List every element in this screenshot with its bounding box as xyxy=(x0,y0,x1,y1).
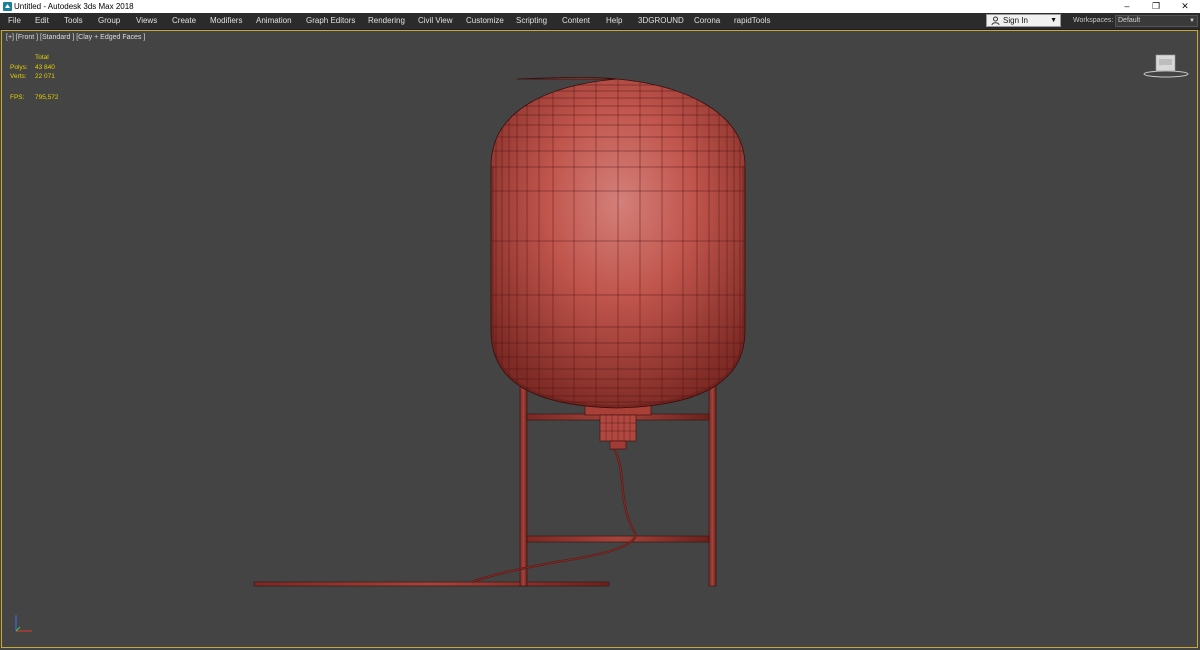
menu-rendering[interactable]: Rendering xyxy=(368,13,405,29)
menu-rapidtools[interactable]: rapidTools xyxy=(734,13,770,29)
menu-help[interactable]: Help xyxy=(606,13,622,29)
menu-graph-editors[interactable]: Graph Editors xyxy=(306,13,355,29)
sign-in-dropdown[interactable]: Sign In ▼ xyxy=(986,14,1061,27)
menu-views[interactable]: Views xyxy=(136,13,157,29)
menu-civil-view[interactable]: Civil View xyxy=(418,13,453,29)
menu-edit[interactable]: Edit xyxy=(35,13,49,29)
workspaces-value: Default xyxy=(1118,17,1141,24)
menu-group[interactable]: Group xyxy=(98,13,120,29)
menu-file[interactable]: File xyxy=(8,13,21,29)
workspaces-select[interactable]: Default ▼ xyxy=(1115,15,1198,27)
restore-icon[interactable]: ❐ xyxy=(1143,0,1169,13)
window-title: Untitled - Autodesk 3ds Max 2018 xyxy=(14,2,134,11)
lamp-model[interactable] xyxy=(2,31,1197,647)
menu-animation[interactable]: Animation xyxy=(256,13,292,29)
front-viewport[interactable]: [+] [Front ] [Standard ] [Clay + Edged F… xyxy=(1,30,1198,648)
menu-3dground[interactable]: 3DGROUND xyxy=(638,13,684,29)
menu-customize[interactable]: Customize xyxy=(466,13,504,29)
viewcube-icon[interactable] xyxy=(1142,53,1190,79)
sign-in-label: Sign In xyxy=(1003,16,1028,25)
title-bar: Untitled - Autodesk 3ds Max 2018 – ❐ ✕ xyxy=(0,0,1200,13)
workspaces-label: Workspaces: xyxy=(1073,17,1114,24)
menu-scripting[interactable]: Scripting xyxy=(516,13,547,29)
axis-tripod-icon xyxy=(15,615,32,632)
socket-cap xyxy=(609,440,627,450)
close-icon[interactable]: ✕ xyxy=(1172,0,1198,13)
power-cable xyxy=(471,448,637,584)
crossbar-lower xyxy=(526,535,710,543)
menu-create[interactable]: Create xyxy=(172,13,196,29)
menu-corona[interactable]: Corona xyxy=(694,13,720,29)
3dsmax-logo-icon xyxy=(3,2,12,11)
base-plate xyxy=(253,581,610,587)
menu-content[interactable]: Content xyxy=(562,13,590,29)
minimize-icon[interactable]: – xyxy=(1114,0,1140,13)
chevron-down-icon: ▼ xyxy=(1189,18,1195,24)
chevron-down-icon: ▼ xyxy=(1050,17,1057,24)
user-icon xyxy=(991,16,1000,25)
menu-bar: File Edit Tools Group Views Create Modif… xyxy=(0,13,1200,30)
menu-modifiers[interactable]: Modifiers xyxy=(210,13,242,29)
menu-tools[interactable]: Tools xyxy=(64,13,83,29)
